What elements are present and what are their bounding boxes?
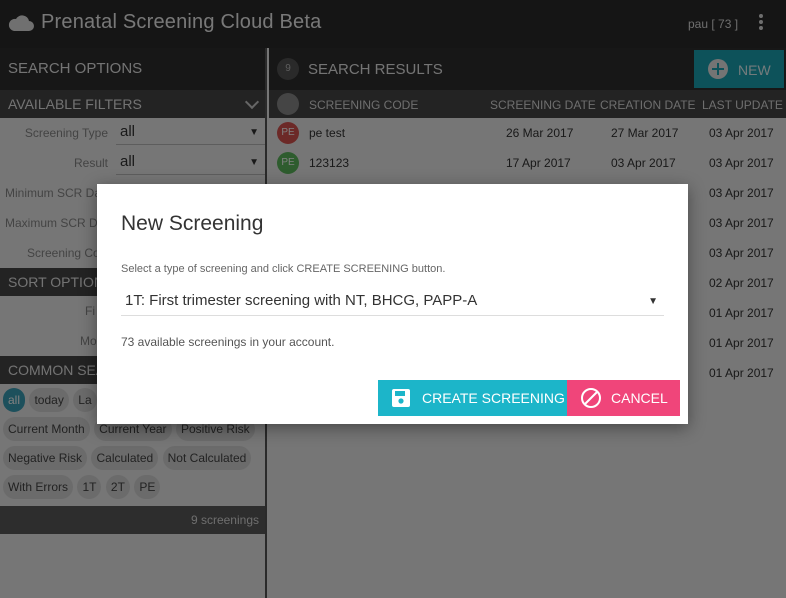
save-icon bbox=[392, 389, 410, 407]
dialog-title: New Screening bbox=[121, 212, 264, 235]
create-screening-button[interactable]: CREATE SCREENING bbox=[378, 380, 567, 416]
cancel-icon bbox=[581, 388, 601, 408]
dialog-hint: Select a type of screening and click CRE… bbox=[121, 263, 446, 275]
new-screening-dialog: New Screening Select a type of screening… bbox=[97, 184, 688, 424]
dropdown-arrow-icon: ▼ bbox=[648, 296, 658, 307]
cancel-label: CANCEL bbox=[611, 390, 668, 406]
selected-screening-type: 1T: First trimester screening with NT, B… bbox=[125, 292, 478, 309]
cancel-button[interactable]: CANCEL bbox=[567, 380, 680, 416]
available-screenings-text: 73 available screenings in your account. bbox=[121, 335, 335, 349]
create-screening-label: CREATE SCREENING bbox=[422, 390, 565, 406]
screening-type-dropdown[interactable]: 1T: First trimester screening with NT, B… bbox=[121, 286, 664, 316]
